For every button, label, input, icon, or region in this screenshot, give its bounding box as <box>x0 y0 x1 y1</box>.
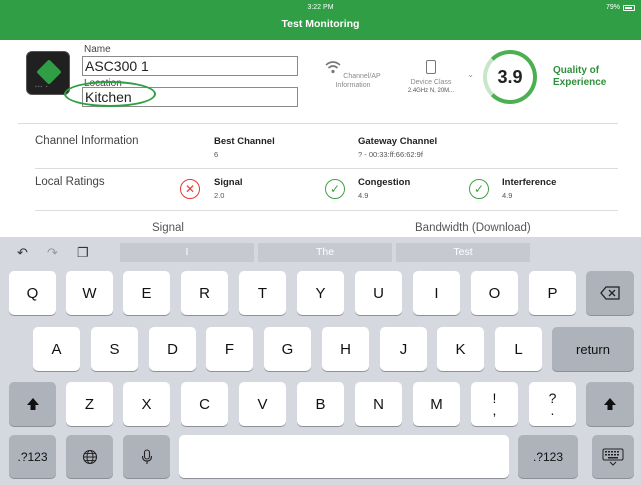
signal-rating-value: 2.0 <box>214 191 225 200</box>
qoe-label: Quality of Experience <box>553 65 607 88</box>
divider <box>35 168 618 169</box>
key-e[interactable]: E <box>123 271 170 315</box>
device-class-label: Device Class <box>410 79 452 86</box>
key-comma-lower: , <box>492 402 497 418</box>
globe-key[interactable] <box>66 435 113 478</box>
onscreen-keyboard: ↶ ↷ ❐ I The Test Q W E R T Y U I O P A S… <box>0 237 641 485</box>
best-channel-title: Best Channel <box>214 136 275 147</box>
key-period-lower: . <box>550 402 555 418</box>
globe-icon <box>82 449 97 464</box>
key-v[interactable]: V <box>239 382 286 426</box>
wifi-icon <box>325 61 341 74</box>
key-f[interactable]: F <box>206 327 253 371</box>
device-class-value: 2.4GHz N, 20M... <box>407 88 455 94</box>
key-j[interactable]: J <box>380 327 427 371</box>
key-x[interactable]: X <box>123 382 170 426</box>
key-exclaim-comma[interactable]: !, <box>471 382 518 426</box>
key-c[interactable]: C <box>181 382 228 426</box>
shift-key-right[interactable] <box>586 382 634 426</box>
battery-indicator: 79% <box>606 4 635 11</box>
title-bar: 3:22 PM Test Monitoring 79% <box>0 0 641 40</box>
key-g[interactable]: G <box>264 327 311 371</box>
key-o[interactable]: O <box>471 271 518 315</box>
router-icon: ▪▪▪ ▪ <box>26 51 70 95</box>
key-z[interactable]: Z <box>66 382 113 426</box>
best-channel-value: 6 <box>214 150 219 159</box>
key-t[interactable]: T <box>239 271 286 315</box>
suggestion-1[interactable]: I <box>120 243 254 262</box>
qoe-score-gauge: 3.9 <box>483 50 537 104</box>
return-key[interactable]: return <box>552 327 634 371</box>
keyboard-toolbar: ↶ ↷ ❐ I The Test <box>0 237 641 267</box>
backspace-icon <box>600 286 620 300</box>
key-y[interactable]: Y <box>297 271 344 315</box>
interference-rating-value: 4.9 <box>502 191 513 200</box>
chevron-down-icon: ⌄ <box>467 70 474 79</box>
interference-rating-title: Interference <box>502 177 557 188</box>
battery-icon <box>623 4 635 11</box>
name-label: Name <box>84 44 111 55</box>
paste-icon[interactable]: ❐ <box>77 245 89 261</box>
numbers-key-right[interactable]: .?123 <box>518 435 578 478</box>
dictation-key[interactable] <box>123 435 170 478</box>
name-field[interactable]: ASC300 1 <box>82 56 298 76</box>
key-n[interactable]: N <box>355 382 402 426</box>
key-r[interactable]: R <box>181 271 228 315</box>
phone-icon <box>426 60 436 74</box>
battery-percent: 79% <box>605 4 620 11</box>
key-s[interactable]: S <box>91 327 138 371</box>
key-k[interactable]: K <box>437 327 484 371</box>
shift-icon <box>26 398 39 410</box>
suggestion-3[interactable]: Test <box>396 243 530 262</box>
dismiss-keyboard-key[interactable] <box>592 435 634 478</box>
congestion-rating-title: Congestion <box>358 177 411 188</box>
key-i[interactable]: I <box>413 271 460 315</box>
undo-icon[interactable]: ↶ <box>17 245 28 261</box>
divider <box>35 210 618 211</box>
error-x-icon: ✕ <box>180 179 200 199</box>
shift-icon <box>604 398 616 410</box>
suggestion-2[interactable]: The <box>258 243 392 262</box>
key-h[interactable]: H <box>322 327 369 371</box>
microphone-icon <box>141 448 152 464</box>
keyboard-dismiss-icon <box>602 448 624 466</box>
key-p[interactable]: P <box>529 271 576 315</box>
location-highlight-annotation <box>64 81 156 107</box>
space-bar[interactable] <box>179 435 509 478</box>
key-question-period[interactable]: ?. <box>529 382 576 426</box>
checkmark-icon: ✓ <box>469 179 489 199</box>
channel-ap-label: Channel/AP Information <box>335 73 381 89</box>
key-u[interactable]: U <box>355 271 402 315</box>
key-b[interactable]: B <box>297 382 344 426</box>
key-a[interactable]: A <box>33 327 80 371</box>
channel-ap-button[interactable]: Channel/AP Information <box>325 60 381 90</box>
key-d[interactable]: D <box>149 327 196 371</box>
key-l[interactable]: L <box>495 327 542 371</box>
key-q[interactable]: Q <box>9 271 56 315</box>
backspace-key[interactable] <box>586 271 634 315</box>
shift-key-left[interactable] <box>9 382 56 426</box>
congestion-rating-value: 4.9 <box>358 191 369 200</box>
key-m[interactable]: M <box>413 382 460 426</box>
gateway-channel-value: ? - 00:33:ff:66:62:9f <box>358 150 423 159</box>
bandwidth-section-title: Bandwidth (Download) <box>415 222 531 234</box>
checkmark-icon: ✓ <box>325 179 345 199</box>
channel-information-label: Channel Information <box>35 135 139 147</box>
numbers-key-left[interactable]: .?123 <box>9 435 56 478</box>
redo-icon[interactable]: ↷ <box>47 245 58 261</box>
signal-rating-title: Signal <box>214 177 243 188</box>
page-title: Test Monitoring <box>281 18 360 30</box>
device-class-dropdown[interactable]: Device Class 2.4GHz N, 20M... ⌄ <box>398 60 474 96</box>
divider <box>18 123 618 124</box>
signal-section-title: Signal <box>152 222 184 234</box>
status-time: 3:22 PM <box>307 4 334 11</box>
key-w[interactable]: W <box>66 271 113 315</box>
gateway-channel-title: Gateway Channel <box>358 136 438 147</box>
local-ratings-label: Local Ratings <box>35 176 105 188</box>
